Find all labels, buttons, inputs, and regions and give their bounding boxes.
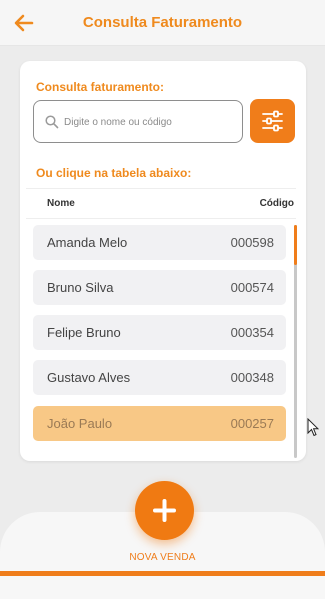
- table-row[interactable]: Felipe Bruno 000354: [33, 315, 286, 350]
- row-code: 000598: [230, 235, 274, 250]
- table-header: Nome Código: [26, 188, 296, 219]
- table-row-selected[interactable]: João Paulo 000257: [33, 406, 286, 441]
- scrollbar-track[interactable]: [294, 225, 297, 458]
- row-name: Felipe Bruno: [47, 325, 121, 340]
- row-name: Bruno Silva: [47, 280, 114, 295]
- row-name: Gustavo Alves: [47, 370, 131, 385]
- table-row[interactable]: Bruno Silva 000574: [33, 270, 286, 305]
- column-header-code: Código: [259, 198, 294, 209]
- row-code: 000574: [230, 280, 274, 295]
- row-name: João Paulo: [47, 416, 113, 431]
- search-input[interactable]: [64, 111, 236, 133]
- page-title: Consulta Faturamento: [82, 14, 243, 31]
- table-label: Ou clique na tabela abaixo:: [36, 166, 192, 180]
- table-row[interactable]: Amanda Melo 000598: [33, 225, 286, 260]
- mouse-cursor-icon: [307, 418, 319, 437]
- plus-icon: [153, 499, 176, 522]
- app-header: Consulta Faturamento: [0, 0, 325, 46]
- table-row[interactable]: Gustavo Alves 000348: [33, 360, 286, 395]
- search-label: Consulta faturamento:: [36, 80, 165, 94]
- row-code: 000354: [230, 325, 274, 340]
- new-sale-label: NOVA VENDA: [129, 552, 196, 563]
- bottom-accent-line: [0, 571, 325, 576]
- row-code: 000257: [230, 416, 274, 431]
- new-sale-button[interactable]: [135, 481, 194, 540]
- row-code: 000348: [230, 370, 274, 385]
- search-card: Consulta faturamento: Ou clique na tabel…: [20, 61, 306, 461]
- sliders-icon: [262, 110, 283, 132]
- row-name: Amanda Melo: [47, 235, 128, 250]
- column-header-name: Nome: [47, 198, 75, 209]
- search-box[interactable]: [33, 100, 243, 143]
- filter-button[interactable]: [250, 99, 295, 143]
- search-icon: [45, 115, 59, 129]
- scrollbar-thumb[interactable]: [294, 225, 297, 265]
